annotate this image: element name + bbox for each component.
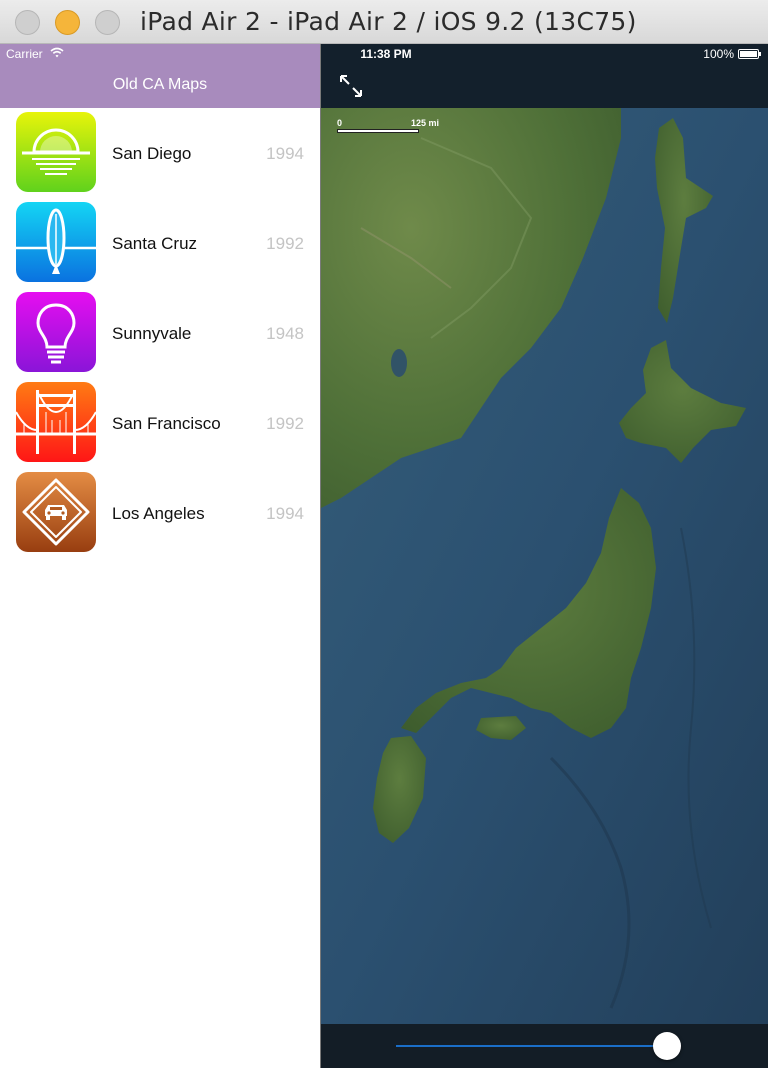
list-item-year: 1994 xyxy=(266,504,304,523)
list-item-year: 1992 xyxy=(266,414,304,433)
list-item-year: 1992 xyxy=(266,234,304,253)
list-item-title: Los Angeles xyxy=(112,504,205,523)
expand-icon[interactable] xyxy=(337,72,365,100)
nav-title: Old CA Maps xyxy=(112,76,208,93)
car-road-sign-icon xyxy=(16,472,96,552)
window-minimize-button[interactable] xyxy=(55,10,80,35)
opacity-slider-thumb[interactable] xyxy=(652,1032,681,1060)
list-item-sunnyvale[interactable]: Sunnyvale 1948 xyxy=(0,288,320,378)
list-item-year: 1948 xyxy=(266,324,304,343)
scale-max-label: 125 mi xyxy=(411,118,440,128)
window-close-button[interactable] xyxy=(15,10,40,35)
wifi-icon xyxy=(50,47,64,58)
list-item-san-diego[interactable]: San Diego 1994 xyxy=(0,108,320,198)
window-title: iPad Air 2 - iPad Air 2 / iOS 9.2 (13C75… xyxy=(140,7,637,36)
list-item-title: San Diego xyxy=(112,144,192,163)
scale-min-label: 0 xyxy=(337,118,343,128)
detail-top-bar: 11:38 PM 100% xyxy=(321,44,768,108)
bottom-toolbar xyxy=(321,1024,768,1068)
detail-pane: 11:38 PM 100% 0 125 mi xyxy=(321,44,768,1068)
list-item-year: 1994 xyxy=(266,144,304,163)
list-item-title: Sunnyvale xyxy=(112,324,192,343)
surfboard-icon xyxy=(16,202,96,282)
simulator-title-bar: iPad Air 2 - iPad Air 2 / iOS 9.2 (13C75… xyxy=(0,0,768,44)
list-item-title: Santa Cruz xyxy=(112,234,198,253)
list-item-san-francisco[interactable]: San Francisco 1992 xyxy=(0,378,320,468)
lightbulb-icon xyxy=(16,292,96,372)
window-zoom-button[interactable] xyxy=(95,10,120,35)
status-time: 11:38 PM xyxy=(360,47,412,61)
list-item-santa-cruz[interactable]: Santa Cruz 1992 xyxy=(0,198,320,288)
list-item-los-angeles[interactable]: Los Angeles 1994 xyxy=(0,468,320,558)
battery-icon xyxy=(738,49,761,59)
carrier-label: Carrier xyxy=(6,47,43,61)
map-scale-bar: 0 125 mi xyxy=(337,118,439,136)
map-list: San Diego 1994 Santa Cruz 1992 Sunnyvale… xyxy=(0,108,320,558)
golden-gate-bridge-icon xyxy=(16,382,96,462)
battery-percentage: 100% xyxy=(703,47,734,61)
master-pane: Carrier Old CA Maps San Diego 1994 Santa… xyxy=(0,44,320,1068)
opacity-slider-track[interactable] xyxy=(396,1045,678,1047)
navigation-bar: Carrier Old CA Maps xyxy=(0,44,320,108)
list-item-title: San Francisco xyxy=(112,414,221,433)
sunset-icon xyxy=(16,112,96,192)
scale-bar-line xyxy=(337,129,419,133)
satellite-map[interactable] xyxy=(321,108,768,1024)
